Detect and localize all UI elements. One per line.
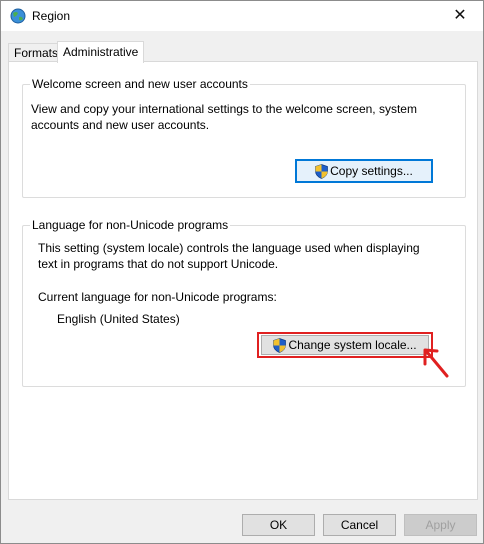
- welcome-group: Welcome screen and new user accounts Vie…: [22, 77, 466, 198]
- change-system-locale-label: Change system locale...: [288, 338, 417, 352]
- locale-description: This setting (system locale) controls th…: [38, 240, 420, 272]
- current-language-value: English (United States): [57, 312, 180, 326]
- locale-group-legend: Language for non-Unicode programs: [30, 218, 231, 232]
- uac-shield-icon: [315, 163, 328, 179]
- welcome-description-line1: View and copy your international setting…: [31, 102, 417, 116]
- welcome-description: View and copy your international setting…: [31, 101, 417, 133]
- change-system-locale-button[interactable]: Change system locale...: [261, 335, 429, 355]
- region-dialog: Region ✕ Formats Administrative Welcome …: [0, 0, 484, 544]
- apply-button[interactable]: Apply: [404, 514, 477, 536]
- copy-settings-label: Copy settings...: [330, 164, 413, 178]
- tab-formats[interactable]: Formats: [8, 43, 65, 62]
- title-bar[interactable]: Region ✕: [1, 1, 483, 31]
- locale-description-line2: text in programs that do not support Uni…: [38, 257, 279, 271]
- tab-administrative[interactable]: Administrative: [57, 41, 145, 63]
- locale-group: Language for non-Unicode programs This s…: [22, 218, 466, 387]
- cancel-button[interactable]: Cancel: [323, 514, 396, 536]
- current-language-label: Current language for non-Unicode program…: [38, 290, 277, 304]
- window-title: Region: [32, 9, 71, 23]
- welcome-group-legend: Welcome screen and new user accounts: [30, 77, 250, 91]
- copy-settings-button[interactable]: Copy settings...: [295, 159, 433, 183]
- close-icon: ✕: [453, 7, 467, 24]
- ok-button[interactable]: OK: [242, 514, 315, 536]
- red-arrow-icon: [423, 348, 449, 378]
- welcome-description-line2: accounts and new user accounts.: [31, 118, 210, 132]
- uac-shield-icon: [273, 337, 287, 353]
- tab-panel: Welcome screen and new user accounts Vie…: [8, 61, 478, 500]
- globe-icon: [10, 8, 26, 24]
- locale-description-line1: This setting (system locale) controls th…: [38, 241, 420, 255]
- close-button[interactable]: ✕: [437, 1, 483, 31]
